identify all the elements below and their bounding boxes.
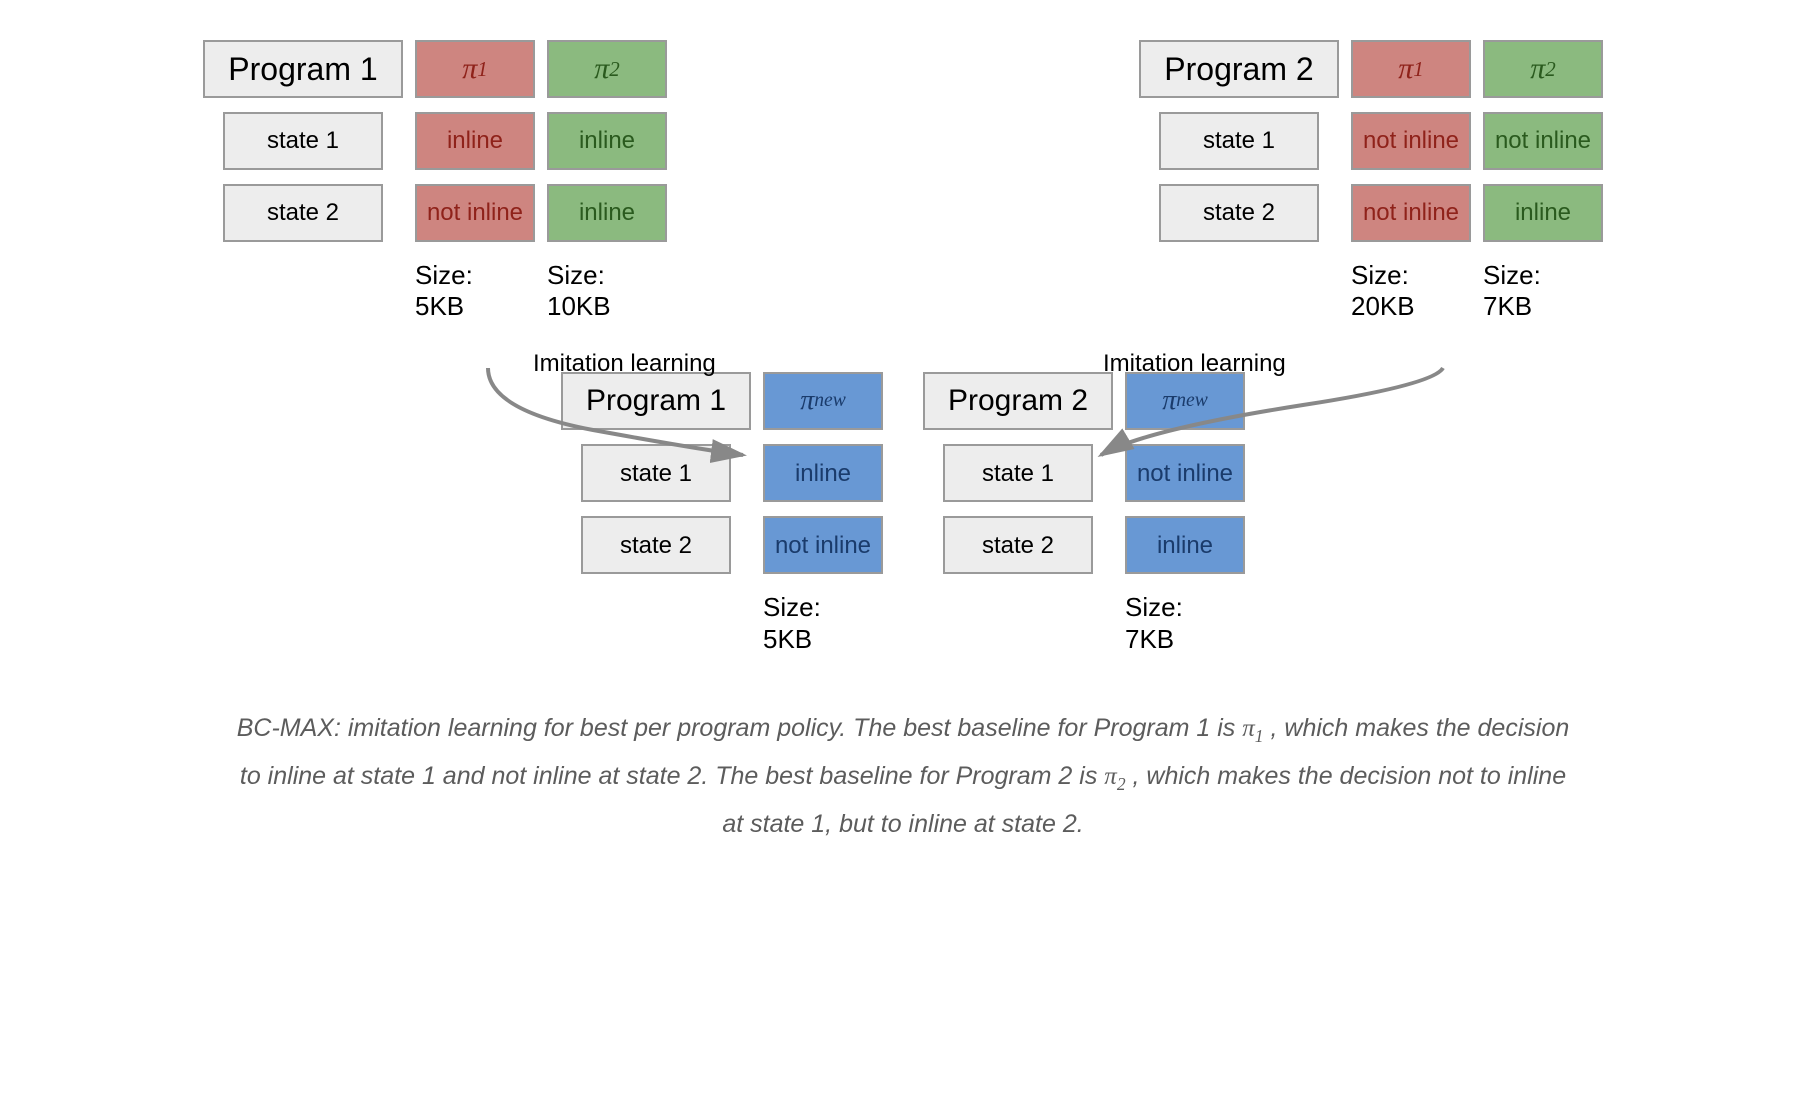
program1-pinew-size: Size:5KB — [763, 592, 883, 654]
program2-pinew-state2-val: inline — [1125, 516, 1245, 574]
program1-title: Program 1 — [203, 40, 403, 98]
program2-state1-label: state 1 — [1159, 112, 1319, 170]
program1-pi2-header: π2 — [547, 40, 667, 98]
program1-pi2-col: π2 inline inline Size:10KB — [547, 40, 667, 322]
program2-pinew-size: Size:7KB — [1125, 592, 1245, 654]
program1-bottom-title: Program 1 — [561, 372, 751, 430]
program2-pi1-header: π1 — [1351, 40, 1471, 98]
program1-pi1-state2-val: not inline — [415, 184, 535, 242]
program2-pinew-header: πnew — [1125, 372, 1245, 430]
program2-pinew-col: πnew not inline inline Size:7KB — [1125, 372, 1245, 654]
program1-bottom-state1: state 1 — [581, 444, 731, 502]
program1-pinew-header: πnew — [763, 372, 883, 430]
program2-bottom-state1: state 1 — [943, 444, 1093, 502]
program2-bottom-state-col: Program 2 state 1 state 2 — [923, 372, 1113, 654]
program2-title: Program 2 — [1139, 40, 1339, 98]
imitation-label-right: Imitation learning — [1103, 350, 1286, 378]
imitation-label-left: Imitation learning — [533, 350, 716, 378]
program2-bottom-state2: state 2 — [943, 516, 1093, 574]
program1-state1-label: state 1 — [223, 112, 383, 170]
program2-bottom-block: Program 2 state 1 state 2 πnew not inlin… — [923, 372, 1245, 654]
program1-pinew-state1-val: inline — [763, 444, 883, 502]
program2-state-col: Program 2 state 1 state 2 — [1139, 40, 1339, 322]
program1-pinew-state2-val: not inline — [763, 516, 883, 574]
program2-pi1-size: Size:20KB — [1351, 260, 1471, 322]
program2-pi1-state2-val: not inline — [1351, 184, 1471, 242]
program1-bottom-block: Program 1 state 1 state 2 πnew inline no… — [561, 372, 883, 654]
program2-top-block: Program 2 state 1 state 2 π1 not inline … — [1139, 40, 1603, 322]
program1-pi1-header: π1 — [415, 40, 535, 98]
program1-bottom-state2: state 2 — [581, 516, 731, 574]
program1-top-block: Program 1 state 1 state 2 π1 inline not … — [203, 40, 667, 322]
program1-pi2-state2-val: inline — [547, 184, 667, 242]
program2-pi2-header: π2 — [1483, 40, 1603, 98]
program2-pi1-col: π1 not inline not inline Size:20KB — [1351, 40, 1471, 322]
caption: BC-MAX: imitation learning for best per … — [228, 705, 1578, 849]
program1-pi1-size: Size:5KB — [415, 260, 535, 322]
program2-pinew-state1-val: not inline — [1125, 444, 1245, 502]
bottom-section: Program 1 state 1 state 2 πnew inline no… — [203, 372, 1603, 654]
program2-pi2-col: π2 not inline inline Size:7KB — [1483, 40, 1603, 322]
top-row: Program 1 state 1 state 2 π1 inline not … — [203, 40, 1603, 322]
program1-bottom-state-col: Program 1 state 1 state 2 — [561, 372, 751, 654]
program1-pi2-state1-val: inline — [547, 112, 667, 170]
program1-pi1-col: π1 inline not inline Size:5KB — [415, 40, 535, 322]
program2-pi2-state1-val: not inline — [1483, 112, 1603, 170]
program1-pi1-state1-val: inline — [415, 112, 535, 170]
program2-pi2-state2-val: inline — [1483, 184, 1603, 242]
program2-pi1-state1-val: not inline — [1351, 112, 1471, 170]
program1-state2-label: state 2 — [223, 184, 383, 242]
program1-pi2-size: Size:10KB — [547, 260, 667, 322]
diagram-container: Program 1 state 1 state 2 π1 inline not … — [203, 40, 1603, 849]
program1-pinew-col: πnew inline not inline Size:5KB — [763, 372, 883, 654]
program2-bottom-title: Program 2 — [923, 372, 1113, 430]
program1-state-col: Program 1 state 1 state 2 — [203, 40, 403, 322]
program2-state2-label: state 2 — [1159, 184, 1319, 242]
program2-pi2-size: Size:7KB — [1483, 260, 1603, 322]
